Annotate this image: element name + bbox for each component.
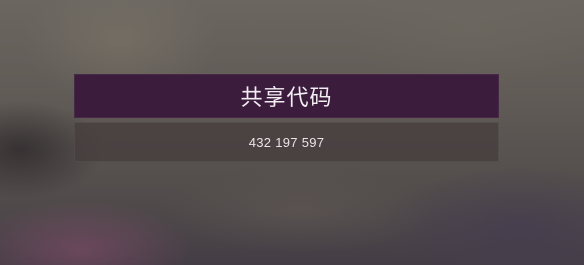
share-code-dialog: 共享代码 432 197 597 <box>74 74 499 162</box>
share-code-panel: 432 197 597 <box>74 122 499 162</box>
dialog-header: 共享代码 <box>74 74 499 118</box>
share-code-value[interactable]: 432 197 597 <box>249 135 325 150</box>
dialog-title: 共享代码 <box>240 86 333 111</box>
